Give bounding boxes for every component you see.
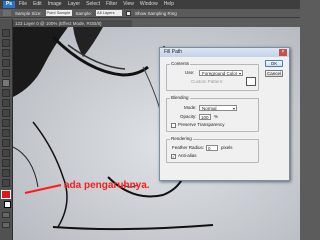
anti-alias-label: Anti-alias bbox=[178, 153, 197, 158]
quick-select-tool-icon[interactable] bbox=[2, 59, 10, 67]
toolbox bbox=[0, 19, 13, 240]
chevron-down-icon: ▾ bbox=[238, 71, 241, 76]
contents-legend: Contents bbox=[170, 61, 191, 67]
sample-size-select[interactable]: Point Sample bbox=[45, 10, 72, 16]
gradient-tool-icon[interactable] bbox=[2, 139, 10, 147]
healing-brush-icon[interactable] bbox=[2, 89, 10, 97]
show-ring-label: Show Sampling Ring bbox=[135, 10, 177, 16]
rendering-group: Rendering Feather Radius: 0 pixels ✓ Ant… bbox=[166, 136, 259, 163]
history-brush-icon[interactable] bbox=[2, 119, 10, 127]
sample-select[interactable]: All Layers bbox=[96, 10, 123, 16]
screen-mode-icon[interactable] bbox=[2, 222, 10, 228]
opacity-input[interactable]: 100 bbox=[199, 114, 211, 120]
fill-path-dialog: Fill Path × Contents Use: Foreground Col… bbox=[159, 47, 290, 181]
mode-select[interactable]: Normal ▾ bbox=[199, 105, 237, 111]
preserve-transparency-label: Preserve Transparency bbox=[178, 122, 225, 127]
feather-radius-input[interactable]: 0 bbox=[206, 145, 218, 151]
clone-stamp-icon[interactable] bbox=[2, 109, 10, 117]
foreground-color-swatch[interactable] bbox=[1, 190, 11, 199]
menu-bar: Ps File Edit Image Layer Select Filter V… bbox=[0, 0, 300, 9]
mode-select-value: Normal bbox=[202, 106, 217, 111]
opacity-label: Opacity: bbox=[180, 114, 197, 119]
opacity-unit: % bbox=[214, 114, 219, 119]
feather-radius-label: Feather Radius: bbox=[172, 145, 205, 150]
anti-alias-checkbox[interactable]: ✓ bbox=[171, 154, 176, 159]
menu-layer[interactable]: Layer bbox=[68, 0, 81, 9]
lasso-tool-icon[interactable] bbox=[2, 49, 10, 57]
eraser-tool-icon[interactable] bbox=[2, 129, 10, 137]
options-bar: Sample Size: Point Sample Sample: All La… bbox=[0, 9, 300, 18]
menu-window[interactable]: Window bbox=[140, 0, 158, 9]
crop-tool-icon[interactable] bbox=[2, 69, 10, 77]
menu-image[interactable]: Image bbox=[48, 0, 62, 9]
sample-size-label: Sample Size: bbox=[15, 10, 42, 16]
photoshop-logo: Ps bbox=[3, 1, 15, 8]
move-tool-icon[interactable] bbox=[2, 29, 10, 37]
ok-button[interactable]: OK bbox=[265, 60, 283, 67]
callout-text: ada pengaruhnya. bbox=[64, 180, 150, 191]
quick-mask-icon[interactable] bbox=[2, 212, 10, 218]
dodge-tool-icon[interactable] bbox=[2, 159, 10, 167]
menu-help[interactable]: Help bbox=[164, 0, 174, 9]
contents-group: Contents Use: Foreground Color ▾ Custom … bbox=[166, 61, 259, 91]
dialog-title-bar[interactable]: Fill Path × bbox=[160, 48, 289, 57]
menu-filter[interactable]: Filter bbox=[106, 0, 117, 9]
menu-select[interactable]: Select bbox=[86, 0, 100, 9]
preserve-transparency-checkbox[interactable] bbox=[171, 123, 176, 128]
brush-tool-icon[interactable] bbox=[2, 99, 10, 107]
cancel-button[interactable]: Cancel bbox=[265, 70, 283, 77]
blending-group: Blending Mode: Normal ▾ Opacity: 100 % P… bbox=[166, 95, 259, 132]
close-icon[interactable]: × bbox=[279, 49, 287, 56]
custom-pattern-label: Custom Pattern: bbox=[191, 79, 224, 84]
sample-label: Sample: bbox=[75, 10, 93, 16]
marquee-tool-icon[interactable] bbox=[2, 39, 10, 47]
use-select-value: Foreground Color bbox=[202, 71, 238, 76]
dialog-title: Fill Path bbox=[164, 49, 183, 55]
menu-edit[interactable]: Edit bbox=[33, 0, 42, 9]
menu-view[interactable]: View bbox=[123, 0, 134, 9]
document-tab[interactable]: 123 Layer 0 @ 100% (Effect Mode, RGB/8) bbox=[12, 20, 132, 27]
chevron-down-icon: ▾ bbox=[232, 106, 235, 111]
use-label: Use: bbox=[185, 70, 195, 75]
blending-legend: Blending bbox=[170, 95, 190, 101]
rendering-legend: Rendering bbox=[170, 136, 193, 142]
feather-radius-unit: pixels bbox=[221, 145, 233, 150]
menu-file[interactable]: File bbox=[19, 0, 27, 9]
type-tool-icon[interactable] bbox=[2, 179, 10, 187]
background-color-swatch[interactable] bbox=[4, 201, 11, 208]
eyedropper-icon[interactable] bbox=[2, 79, 10, 87]
use-select[interactable]: Foreground Color ▾ bbox=[199, 70, 243, 76]
mode-label: Mode: bbox=[184, 105, 197, 110]
show-ring-checkbox[interactable] bbox=[126, 10, 132, 16]
eyedropper-tool-icon[interactable] bbox=[3, 10, 11, 16]
custom-pattern-swatch[interactable] bbox=[246, 77, 256, 86]
pen-tool-icon[interactable] bbox=[2, 169, 10, 177]
blur-tool-icon[interactable] bbox=[2, 149, 10, 157]
